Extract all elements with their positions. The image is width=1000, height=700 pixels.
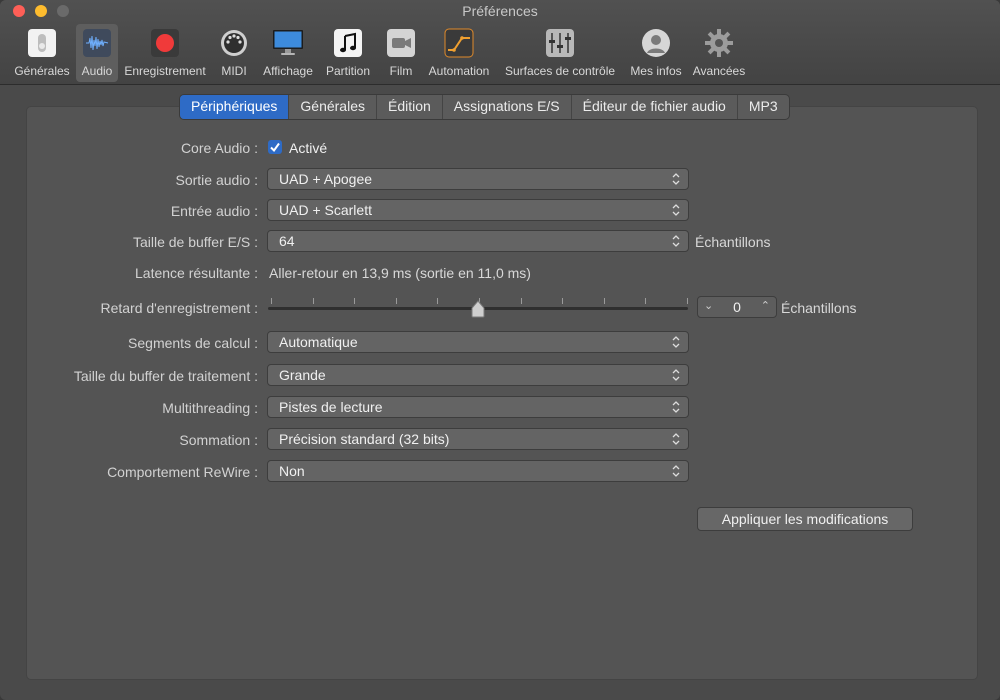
toolbar-item-enregistrement[interactable]: Enregistrement: [120, 24, 210, 82]
tab-edition[interactable]: Édition: [377, 95, 443, 119]
general-switch-icon: [28, 29, 56, 57]
chevron-updown-icon: [672, 401, 680, 413]
input-device-value: UAD + Scarlett: [279, 202, 372, 218]
slider-knob[interactable]: [470, 300, 486, 318]
tab-bar: Périphériques Générales Édition Assignat…: [179, 94, 790, 120]
slider-tick: [271, 298, 272, 304]
slider-tick: [603, 298, 605, 304]
gear-icon: [705, 29, 733, 57]
multithreading-select[interactable]: Pistes de lecture: [267, 396, 689, 418]
control-surface-icon: [546, 29, 574, 57]
apply-changes-button[interactable]: Appliquer les modifications: [697, 507, 913, 531]
automation-curve-icon: [444, 28, 474, 58]
latency-label: Latence résultante :: [135, 265, 258, 281]
segments-label: Segments de calcul :: [128, 335, 258, 351]
segments-value: Automatique: [279, 334, 358, 350]
core-audio-checkbox-label[interactable]: Activé: [289, 140, 327, 156]
music-note-icon: [334, 29, 362, 57]
summing-select[interactable]: Précision standard (32 bits): [267, 428, 689, 450]
chevron-updown-icon: [672, 235, 680, 247]
summing-value: Précision standard (32 bits): [279, 431, 450, 447]
record-delay-stepper[interactable]: ⌄ 0 ⌃: [697, 296, 777, 318]
latency-value: Aller-retour en 13,9 ms (sortie en 11,0 …: [269, 265, 531, 281]
toolbar-item-mes-infos[interactable]: Mes infos: [626, 24, 686, 82]
input-label: Entrée audio :: [170, 203, 258, 219]
slider-tick: [645, 298, 647, 304]
multithreading-value: Pistes de lecture: [279, 399, 383, 415]
preferences-window: Préférences Générales Audio Enregistreme…: [0, 0, 1000, 700]
slider-tick: [687, 298, 688, 304]
chevron-updown-icon: [672, 173, 680, 185]
rewire-value: Non: [279, 463, 305, 479]
film-camera-icon: [387, 29, 415, 57]
toolbar-item-automation[interactable]: Automation: [424, 24, 494, 82]
toolbar-label-partition: Partition: [325, 64, 371, 78]
record-icon: [151, 29, 179, 57]
core-audio-label: Core Audio :: [180, 140, 258, 156]
buffer-size-unit: Échantillons: [695, 234, 771, 250]
toolbar-label-audio: Audio: [81, 64, 113, 78]
checkmark-icon: [270, 142, 280, 153]
toolbar-item-partition[interactable]: Partition: [321, 24, 375, 82]
tab-generales[interactable]: Générales: [289, 95, 377, 119]
toolbar-item-generales[interactable]: Générales: [11, 24, 73, 82]
user-icon: [642, 29, 670, 57]
tab-mp3[interactable]: MP3: [738, 95, 789, 119]
output-device-value: UAD + Apogee: [279, 171, 373, 187]
chevron-updown-icon: [672, 433, 680, 445]
toolbar-label-mes-infos: Mes infos: [630, 64, 682, 78]
chevron-updown-icon: [672, 465, 680, 477]
record-delay-label: Retard d'enregistrement :: [100, 300, 258, 316]
process-buffer-label: Taille du buffer de traitement :: [73, 368, 258, 384]
midi-port-icon: [221, 30, 247, 56]
display-monitor-icon: [273, 30, 303, 55]
process-buffer-value: Grande: [279, 367, 326, 383]
slider-tick: [562, 298, 564, 304]
process-buffer-select[interactable]: Grande: [267, 364, 689, 386]
toolbar-item-midi[interactable]: MIDI: [214, 24, 254, 82]
tab-editeur-fichier-audio[interactable]: Éditeur de fichier audio: [572, 95, 738, 119]
toolbar-label-avancees: Avancées: [692, 64, 746, 78]
toolbar-label-automation: Automation: [428, 64, 490, 78]
tab-assignations-es[interactable]: Assignations E/S: [443, 95, 572, 119]
toolbar-label-enregistrement: Enregistrement: [124, 64, 206, 78]
toolbar-label-affichage: Affichage: [263, 64, 313, 78]
rewire-label: Comportement ReWire :: [107, 464, 258, 480]
slider-tick: [437, 298, 439, 304]
segments-select[interactable]: Automatique: [267, 331, 689, 353]
tab-peripheriques[interactable]: Périphériques: [180, 95, 290, 119]
rewire-select[interactable]: Non: [267, 460, 689, 482]
slider-tick: [312, 298, 314, 304]
toolbar-item-film[interactable]: Film: [382, 24, 420, 82]
chevron-up-icon[interactable]: ⌃: [761, 299, 770, 312]
toolbar-item-affichage[interactable]: Affichage: [258, 24, 318, 82]
record-delay-unit: Échantillons: [781, 300, 857, 316]
title-bar: Préférences Générales Audio Enregistreme…: [0, 0, 1000, 85]
settings-panel: [26, 106, 978, 680]
chevron-updown-icon: [672, 369, 680, 381]
buffer-size-label: Taille de buffer E/S :: [132, 234, 258, 250]
multithreading-label: Multithreading :: [162, 400, 258, 416]
buffer-size-select[interactable]: 64: [267, 230, 689, 252]
toolbar-label-midi: MIDI: [221, 64, 247, 78]
toolbar-item-surfaces-de-controle[interactable]: Surfaces de contrôle: [498, 24, 622, 82]
toolbar-label-film: Film: [389, 64, 413, 78]
slider-tick: [395, 298, 397, 304]
toolbar-item-avancees[interactable]: Avancées: [689, 24, 749, 82]
slider-tick: [354, 298, 356, 304]
output-label: Sortie audio :: [175, 172, 259, 188]
core-audio-checkbox[interactable]: [268, 140, 282, 154]
toolbar-label-generales: Générales: [14, 64, 70, 78]
toolbar-label-surfaces-de-controle: Surfaces de contrôle: [504, 64, 616, 78]
buffer-size-value: 64: [279, 233, 295, 249]
toolbar-item-audio[interactable]: Audio: [76, 24, 118, 82]
input-device-select[interactable]: UAD + Scarlett: [267, 199, 689, 221]
chevron-updown-icon: [672, 336, 680, 348]
chevron-updown-icon: [672, 204, 680, 216]
slider-tick: [520, 298, 522, 304]
window-title: Préférences: [462, 3, 538, 19]
output-device-select[interactable]: UAD + Apogee: [267, 168, 689, 190]
summing-label: Sommation :: [179, 432, 258, 448]
audio-waveform-icon: [83, 29, 111, 57]
